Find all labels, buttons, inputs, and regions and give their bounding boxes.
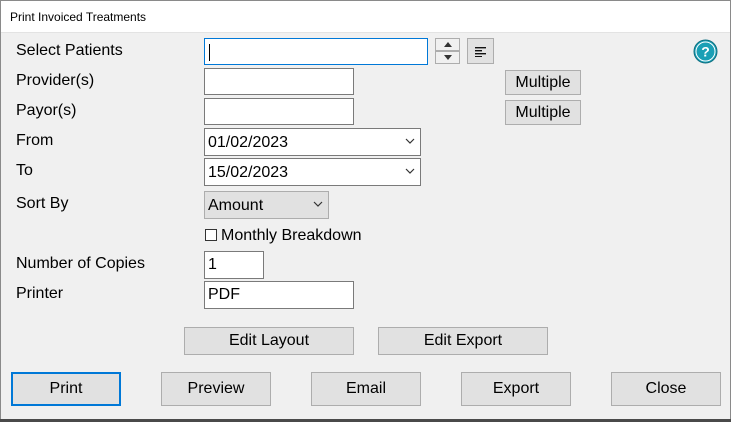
list-icon bbox=[475, 47, 486, 57]
chevron-down-icon[interactable] bbox=[405, 167, 415, 175]
print-invoiced-treatments-dialog: Print Invoiced Treatments ? Select Patie… bbox=[0, 0, 731, 422]
sort-by-label: Sort By bbox=[16, 195, 69, 212]
spin-down-button[interactable] bbox=[435, 51, 460, 64]
provider-multiple-button[interactable]: Multiple bbox=[505, 70, 581, 95]
from-label: From bbox=[16, 132, 54, 149]
patient-list-button[interactable] bbox=[467, 38, 494, 64]
payor-multiple-label: Multiple bbox=[515, 103, 571, 121]
spin-down-icon bbox=[444, 55, 452, 60]
preview-button[interactable]: Preview bbox=[161, 372, 271, 406]
edit-export-button[interactable]: Edit Export bbox=[378, 327, 548, 355]
close-label: Close bbox=[645, 380, 687, 397]
to-date-value: 15/02/2023 bbox=[208, 164, 289, 181]
select-patients-label: Select Patients bbox=[16, 42, 123, 59]
help-icon[interactable]: ? bbox=[693, 39, 718, 64]
payors-input[interactable] bbox=[204, 98, 354, 125]
payor-multiple-button[interactable]: Multiple bbox=[505, 100, 581, 125]
svg-text:?: ? bbox=[701, 44, 710, 60]
export-button[interactable]: Export bbox=[461, 372, 571, 406]
providers-label: Provider(s) bbox=[16, 72, 95, 89]
preview-label: Preview bbox=[187, 380, 245, 397]
email-label: Email bbox=[345, 380, 386, 397]
spin-up-button[interactable] bbox=[435, 38, 460, 51]
number-of-copies-label: Number of Copies bbox=[16, 255, 145, 272]
printer-value: PDF bbox=[208, 286, 240, 303]
title-bar: Print Invoiced Treatments bbox=[1, 1, 730, 33]
edit-export-label: Edit Export bbox=[423, 332, 503, 349]
to-date-picker[interactable]: 15/02/2023 bbox=[204, 158, 421, 186]
edit-layout-button[interactable]: Edit Layout bbox=[184, 327, 354, 355]
edit-layout-label: Edit Layout bbox=[228, 332, 310, 349]
close-button[interactable]: Close bbox=[611, 372, 721, 406]
print-button[interactable]: Print bbox=[11, 372, 121, 406]
select-patients-input[interactable] bbox=[204, 38, 428, 65]
print-label: Print bbox=[49, 380, 83, 397]
printer-input[interactable]: PDF bbox=[204, 281, 354, 309]
from-date-picker[interactable]: 01/02/2023 bbox=[204, 128, 421, 156]
chevron-down-icon bbox=[313, 201, 323, 207]
sort-by-select[interactable]: Amount bbox=[204, 191, 329, 219]
text-caret bbox=[209, 44, 210, 61]
email-button[interactable]: Email bbox=[311, 372, 421, 406]
export-label: Export bbox=[492, 380, 540, 397]
printer-label: Printer bbox=[16, 285, 64, 302]
copies-input[interactable]: 1 bbox=[204, 251, 264, 279]
sort-by-value: Amount bbox=[208, 197, 264, 214]
providers-input[interactable] bbox=[204, 68, 354, 95]
copies-value: 1 bbox=[208, 256, 217, 273]
window-title: Print Invoiced Treatments bbox=[10, 10, 147, 24]
from-date-value: 01/02/2023 bbox=[208, 134, 289, 151]
monthly-breakdown-label[interactable]: Monthly Breakdown bbox=[221, 227, 362, 245]
chevron-down-icon[interactable] bbox=[405, 137, 415, 145]
to-label: To bbox=[16, 162, 33, 179]
monthly-breakdown-checkbox[interactable] bbox=[205, 229, 217, 241]
provider-multiple-label: Multiple bbox=[515, 73, 571, 91]
payors-label: Payor(s) bbox=[16, 102, 77, 119]
spin-up-icon bbox=[444, 42, 452, 47]
